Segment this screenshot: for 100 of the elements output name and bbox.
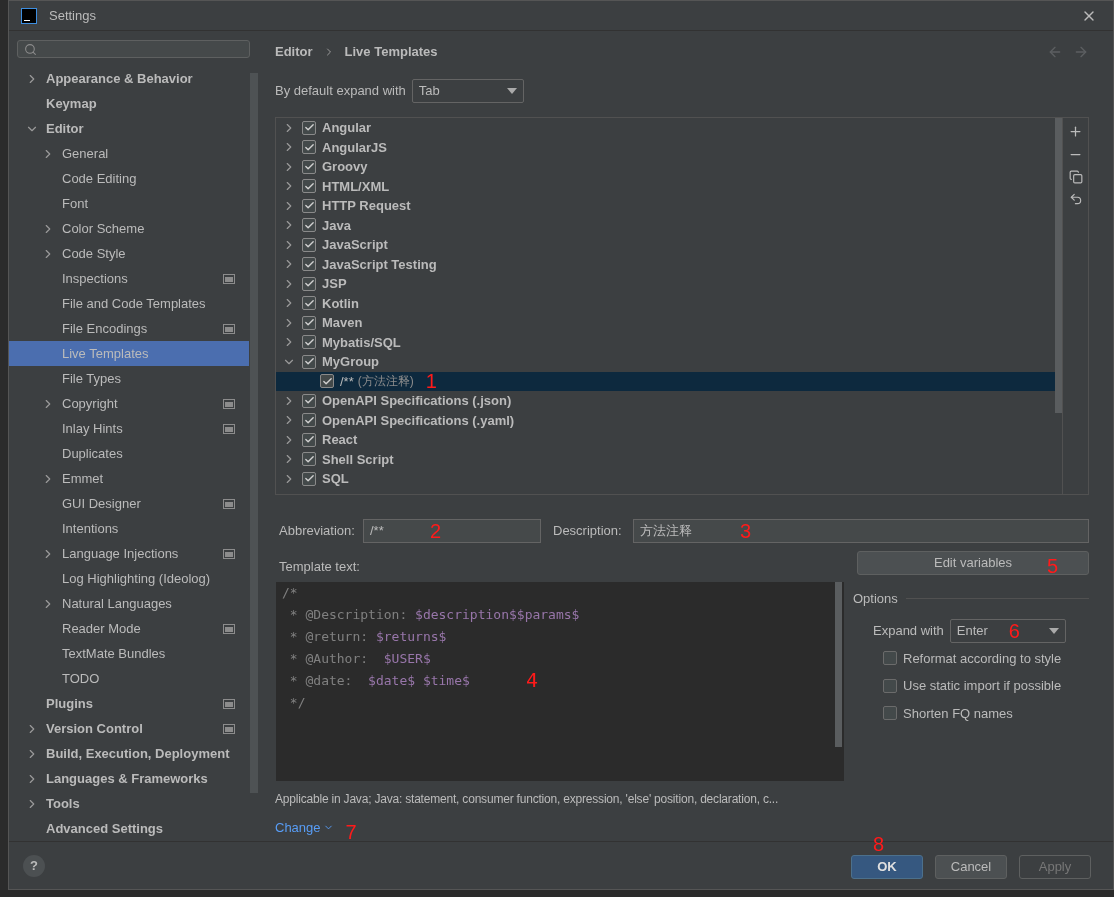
sidebar-item[interactable]: Code Style — [9, 241, 249, 266]
checkbox[interactable] — [302, 452, 316, 467]
checkbox[interactable] — [302, 218, 316, 233]
sidebar-item[interactable]: Inspections — [9, 266, 249, 291]
sidebar-item[interactable]: Code Editing — [9, 166, 249, 191]
code-line: * @return: $returns$ — [288, 627, 447, 646]
sidebar-item[interactable]: Duplicates — [9, 441, 249, 466]
sidebar-item[interactable]: Font — [9, 191, 249, 216]
expand-with-dropdown[interactable]: Enter 6 — [949, 618, 1066, 643]
template-row[interactable]: HTTP Request — [276, 196, 1062, 216]
checkbox[interactable] — [883, 651, 897, 666]
sidebar-item[interactable]: Languages & Frameworks — [9, 766, 249, 791]
sidebar-item[interactable]: Plugins — [9, 691, 249, 716]
sidebar-item[interactable]: Editor — [9, 116, 249, 141]
checkbox[interactable] — [302, 159, 316, 174]
template-row[interactable]: AngularJS — [276, 137, 1062, 157]
sidebar-item[interactable]: Keymap — [9, 91, 249, 116]
template-row[interactable]: JSP — [276, 274, 1062, 294]
checkbox[interactable] — [302, 413, 316, 428]
checkbox[interactable] — [302, 140, 316, 155]
template-name: /** — [340, 372, 354, 391]
template-row[interactable]: Angular — [276, 118, 1062, 138]
sidebar-item[interactable]: Tools — [9, 791, 249, 816]
abbreviation-field[interactable]: /** 2 — [363, 519, 541, 543]
sidebar-item[interactable]: Natural Languages — [9, 591, 249, 616]
sidebar-item[interactable]: TextMate Bundles — [9, 641, 249, 666]
checkbox[interactable] — [883, 678, 897, 693]
code-line: * @Description: $description$$params$ — [288, 605, 580, 624]
code-line: * @date: $date$ $time$ — [288, 671, 470, 690]
template-row[interactable]: JavaScript Testing — [276, 254, 1062, 274]
scrollbar[interactable] — [835, 581, 842, 747]
scrollbar[interactable] — [1055, 118, 1062, 413]
sidebar-item[interactable]: Build, Execution, Deployment — [9, 741, 249, 766]
add-icon[interactable] — [1068, 124, 1083, 139]
group-name: Kotlin — [322, 294, 359, 313]
template-row[interactable]: MyGroup — [276, 352, 1062, 372]
sidebar-item[interactable]: File Encodings — [9, 316, 249, 341]
template-row[interactable]: Kotlin — [276, 293, 1062, 313]
sidebar-item[interactable]: Intentions — [9, 516, 249, 541]
template-row[interactable]: Maven — [276, 313, 1062, 333]
dialog-button[interactable]: Cancel — [935, 854, 1007, 879]
scrollbar[interactable] — [250, 73, 258, 793]
change-link[interactable]: Change — [275, 817, 334, 838]
sidebar-item[interactable]: GUI Designer — [9, 491, 249, 516]
sidebar-item[interactable]: Appearance & Behavior — [9, 66, 249, 91]
expand-with-label: Expand with — [873, 621, 944, 640]
help-button[interactable]: ? — [23, 854, 45, 877]
template-row[interactable]: SQL — [276, 469, 1062, 489]
checkbox[interactable] — [302, 315, 316, 330]
sidebar-item[interactable]: Color Scheme — [9, 216, 249, 241]
copy-icon[interactable] — [1068, 170, 1083, 184]
group-name: JSP — [322, 275, 347, 293]
dialog-button[interactable]: OK — [851, 854, 923, 879]
breadcrumb-item[interactable]: Editor — [275, 42, 313, 62]
template-row[interactable]: Groovy — [276, 157, 1062, 177]
checkbox[interactable] — [302, 179, 316, 194]
checkbox[interactable] — [302, 198, 316, 213]
checkbox[interactable] — [302, 354, 316, 369]
checkbox[interactable] — [302, 296, 316, 311]
template-row[interactable]: Mybatis/SQL — [276, 332, 1062, 352]
template-row[interactable]: React — [276, 430, 1062, 450]
template-row[interactable]: OpenAPI Specifications (.yaml) — [276, 410, 1062, 430]
sidebar-item[interactable]: File and Code Templates — [9, 291, 249, 316]
template-row[interactable]: HTML/XML — [276, 176, 1062, 196]
expand-dropdown[interactable]: Tab — [411, 79, 524, 103]
code-line: */ — [288, 693, 306, 712]
sidebar-item[interactable]: Copyright — [9, 391, 249, 416]
template-row[interactable]: OpenAPI Specifications (.json) — [276, 391, 1062, 411]
sidebar-item[interactable]: Reader Mode — [9, 616, 249, 641]
dropdown-arrow-icon — [1048, 627, 1059, 634]
checkbox[interactable] — [302, 257, 316, 272]
checkbox[interactable] — [883, 706, 897, 721]
checkbox[interactable] — [302, 432, 316, 447]
template-row[interactable]: Shell Script — [276, 449, 1062, 469]
checkbox[interactable] — [302, 335, 316, 350]
checkbox[interactable] — [302, 276, 316, 291]
sidebar-item[interactable]: Advanced Settings — [9, 816, 249, 841]
sidebar-item[interactable]: Version Control — [9, 716, 249, 741]
template-row[interactable]: Java — [276, 215, 1062, 235]
sidebar-item[interactable]: Language Injections — [9, 541, 249, 566]
sidebar-item[interactable]: Log Highlighting (Ideolog) — [9, 566, 249, 591]
annotation-number: 7 — [345, 821, 357, 842]
template-row[interactable]: JavaScript — [276, 235, 1062, 255]
checkbox[interactable] — [302, 120, 316, 135]
sidebar-item[interactable]: Emmet — [9, 466, 249, 491]
group-name: Java — [322, 216, 351, 235]
checkbox[interactable] — [302, 393, 316, 408]
sidebar-item[interactable]: File Types — [9, 366, 249, 391]
edit-variables-button[interactable]: Edit variables 5 — [857, 551, 1089, 575]
group-name: Shell Script — [322, 450, 394, 469]
search-field[interactable] — [17, 40, 250, 58]
template-editor[interactable]: /* * @Description: $description$$params$ * @return: $returns$ * @Author: $USER$ * @date: $date$ $time$ */ 4 — [275, 580, 845, 782]
checkbox[interactable] — [302, 471, 316, 486]
description-field[interactable]: 方法注释 3 — [633, 519, 1089, 543]
checkbox[interactable] — [302, 237, 316, 252]
undo-icon[interactable] — [1068, 192, 1083, 206]
sidebar-item[interactable]: Inlay Hints — [9, 416, 249, 441]
sidebar-item[interactable]: TODO — [9, 666, 249, 691]
sidebar-item[interactable]: General — [9, 141, 249, 166]
checkbox[interactable] — [320, 374, 334, 389]
